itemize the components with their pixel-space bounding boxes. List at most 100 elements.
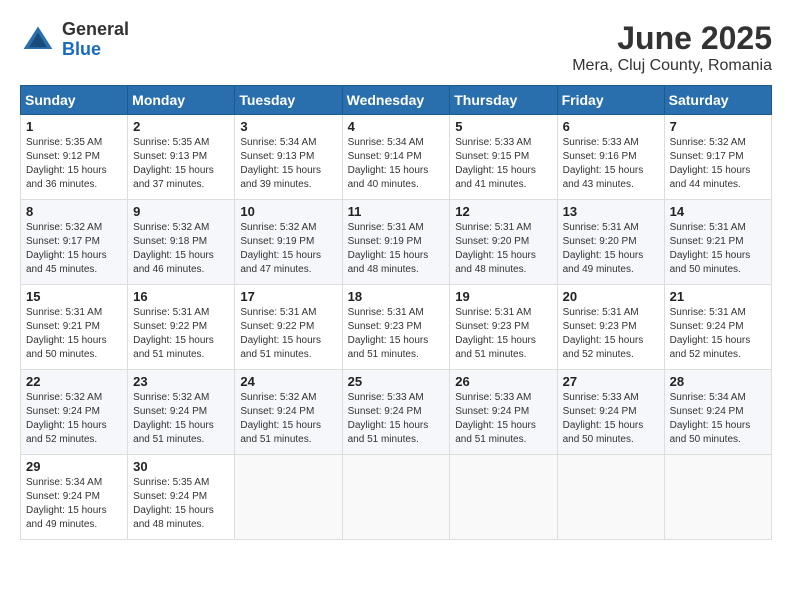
day-number: 19 <box>455 289 551 304</box>
day-info: Sunrise: 5:31 AM Sunset: 9:20 PM Dayligh… <box>455 221 551 277</box>
day-info: Sunrise: 5:34 AM Sunset: 9:14 PM Dayligh… <box>348 136 445 192</box>
day-number: 21 <box>670 289 766 304</box>
logo-blue: Blue <box>62 40 129 60</box>
main-title: June 2025 <box>572 20 772 57</box>
day-info: Sunrise: 5:31 AM Sunset: 9:22 PM Dayligh… <box>133 306 229 362</box>
day-cell: 10 Sunrise: 5:32 AM Sunset: 9:19 PM Dayli… <box>235 200 342 285</box>
day-cell <box>235 455 342 540</box>
day-info: Sunrise: 5:34 AM Sunset: 9:24 PM Dayligh… <box>670 391 766 447</box>
day-info: Sunrise: 5:33 AM Sunset: 9:24 PM Dayligh… <box>563 391 659 447</box>
day-cell <box>557 455 664 540</box>
day-number: 7 <box>670 119 766 134</box>
day-number: 15 <box>26 289 122 304</box>
day-info: Sunrise: 5:31 AM Sunset: 9:19 PM Dayligh… <box>348 221 445 277</box>
day-cell: 14 Sunrise: 5:31 AM Sunset: 9:21 PM Dayli… <box>664 200 771 285</box>
day-cell: 26 Sunrise: 5:33 AM Sunset: 9:24 PM Dayli… <box>450 370 557 455</box>
day-info: Sunrise: 5:33 AM Sunset: 9:16 PM Dayligh… <box>563 136 659 192</box>
day-cell: 25Sunrise: 5:33 AM Sunset: 9:24 PM Dayli… <box>342 370 450 455</box>
logo-icon <box>20 22 56 58</box>
day-number: 17 <box>240 289 336 304</box>
day-info: Sunrise: 5:32 AM Sunset: 9:24 PM Dayligh… <box>240 391 336 447</box>
day-cell: 21 Sunrise: 5:31 AM Sunset: 9:24 PM Dayli… <box>664 285 771 370</box>
day-info: Sunrise: 5:33 AM Sunset: 9:15 PM Dayligh… <box>455 136 551 192</box>
day-number: 20 <box>563 289 659 304</box>
day-cell: 12 Sunrise: 5:31 AM Sunset: 9:20 PM Dayli… <box>450 200 557 285</box>
day-cell: 28 Sunrise: 5:34 AM Sunset: 9:24 PM Dayli… <box>664 370 771 455</box>
day-cell <box>450 455 557 540</box>
day-info: Sunrise: 5:31 AM Sunset: 9:24 PM Dayligh… <box>670 306 766 362</box>
day-cell: 9 Sunrise: 5:32 AM Sunset: 9:18 PM Daylig… <box>128 200 235 285</box>
day-cell: 17 Sunrise: 5:31 AM Sunset: 9:22 PM Dayli… <box>235 285 342 370</box>
day-cell: 19 Sunrise: 5:31 AM Sunset: 9:23 PM Dayli… <box>450 285 557 370</box>
day-number: 30 <box>133 459 229 474</box>
day-cell: 5 Sunrise: 5:33 AM Sunset: 9:15 PM Daylig… <box>450 115 557 200</box>
day-number: 5 <box>455 119 551 134</box>
day-info: Sunrise: 5:35 AM Sunset: 9:12 PM Dayligh… <box>26 136 122 192</box>
day-cell: 20 Sunrise: 5:31 AM Sunset: 9:23 PM Dayli… <box>557 285 664 370</box>
day-number: 10 <box>240 204 336 219</box>
day-cell: 4 Sunrise: 5:34 AM Sunset: 9:14 PM Daylig… <box>342 115 450 200</box>
day-header-tuesday: Tuesday <box>235 86 342 115</box>
day-info: Sunrise: 5:31 AM Sunset: 9:22 PM Dayligh… <box>240 306 336 362</box>
day-number: 1 <box>26 119 122 134</box>
header: General Blue June 2025 Mera, Cluj County… <box>20 20 772 75</box>
day-info: Sunrise: 5:32 AM Sunset: 9:24 PM Dayligh… <box>133 391 229 447</box>
day-number: 2 <box>133 119 229 134</box>
day-info: Sunrise: 5:31 AM Sunset: 9:20 PM Dayligh… <box>563 221 659 277</box>
day-info: Sunrise: 5:31 AM Sunset: 9:23 PM Dayligh… <box>563 306 659 362</box>
day-number: 13 <box>563 204 659 219</box>
day-number: 12 <box>455 204 551 219</box>
week-row-3: 15 Sunrise: 5:31 AM Sunset: 9:21 PM Dayli… <box>21 285 772 370</box>
day-header-wednesday: Wednesday <box>342 86 450 115</box>
day-cell: 11Sunrise: 5:31 AM Sunset: 9:19 PM Dayli… <box>342 200 450 285</box>
header-row: SundayMondayTuesdayWednesdayThursdayFrid… <box>21 86 772 115</box>
week-row-2: 8Sunrise: 5:32 AM Sunset: 9:17 PM Daylig… <box>21 200 772 285</box>
day-number: 9 <box>133 204 229 219</box>
day-number: 18 <box>348 289 445 304</box>
day-cell: 23 Sunrise: 5:32 AM Sunset: 9:24 PM Dayli… <box>128 370 235 455</box>
day-cell: 13 Sunrise: 5:31 AM Sunset: 9:20 PM Dayli… <box>557 200 664 285</box>
day-number: 29 <box>26 459 122 474</box>
day-header-saturday: Saturday <box>664 86 771 115</box>
day-number: 22 <box>26 374 122 389</box>
day-cell: 7 Sunrise: 5:32 AM Sunset: 9:17 PM Daylig… <box>664 115 771 200</box>
day-info: Sunrise: 5:33 AM Sunset: 9:24 PM Dayligh… <box>455 391 551 447</box>
day-cell: 30 Sunrise: 5:35 AM Sunset: 9:24 PM Dayli… <box>128 455 235 540</box>
day-cell: 2Sunrise: 5:35 AM Sunset: 9:13 PM Daylig… <box>128 115 235 200</box>
day-number: 26 <box>455 374 551 389</box>
calendar: SundayMondayTuesdayWednesdayThursdayFrid… <box>20 85 772 540</box>
day-info: Sunrise: 5:31 AM Sunset: 9:23 PM Dayligh… <box>348 306 445 362</box>
day-cell: 27 Sunrise: 5:33 AM Sunset: 9:24 PM Dayli… <box>557 370 664 455</box>
day-header-friday: Friday <box>557 86 664 115</box>
day-number: 14 <box>670 204 766 219</box>
day-info: Sunrise: 5:31 AM Sunset: 9:21 PM Dayligh… <box>670 221 766 277</box>
title-area: June 2025 Mera, Cluj County, Romania <box>572 20 772 75</box>
day-cell: 1 Sunrise: 5:35 AM Sunset: 9:12 PM Daylig… <box>21 115 128 200</box>
logo: General Blue <box>20 20 129 60</box>
day-header-monday: Monday <box>128 86 235 115</box>
day-info: Sunrise: 5:35 AM Sunset: 9:24 PM Dayligh… <box>133 476 229 532</box>
day-number: 16 <box>133 289 229 304</box>
day-info: Sunrise: 5:31 AM Sunset: 9:21 PM Dayligh… <box>26 306 122 362</box>
day-cell: 22Sunrise: 5:32 AM Sunset: 9:24 PM Dayli… <box>21 370 128 455</box>
day-number: 27 <box>563 374 659 389</box>
day-number: 6 <box>563 119 659 134</box>
day-info: Sunrise: 5:31 AM Sunset: 9:23 PM Dayligh… <box>455 306 551 362</box>
day-number: 28 <box>670 374 766 389</box>
day-info: Sunrise: 5:32 AM Sunset: 9:17 PM Dayligh… <box>670 136 766 192</box>
day-number: 24 <box>240 374 336 389</box>
week-row-1: 1 Sunrise: 5:35 AM Sunset: 9:12 PM Daylig… <box>21 115 772 200</box>
day-header-thursday: Thursday <box>450 86 557 115</box>
day-cell: 18 Sunrise: 5:31 AM Sunset: 9:23 PM Dayli… <box>342 285 450 370</box>
day-cell: 6 Sunrise: 5:33 AM Sunset: 9:16 PM Daylig… <box>557 115 664 200</box>
week-row-4: 22 Sunrise: 5:32 AM Sunset: 9:24 PM Dayli… <box>21 370 772 455</box>
day-cell: 15 Sunrise: 5:31 AM Sunset: 9:21 PM Dayli… <box>21 285 128 370</box>
day-number: 4 <box>348 119 445 134</box>
day-cell <box>664 455 771 540</box>
day-info: Sunrise: 5:32 AM Sunset: 9:19 PM Dayligh… <box>240 221 336 277</box>
day-info: Sunrise: 5:34 AM Sunset: 9:13 PM Dayligh… <box>240 136 336 192</box>
day-number: 23 <box>133 374 229 389</box>
day-info: Sunrise: 5:32 AM Sunset: 9:18 PM Dayligh… <box>133 221 229 277</box>
day-info: Sunrise: 5:32 AM Sunset: 9:17 PM Dayligh… <box>26 221 122 277</box>
day-cell: 29Sunrise: 5:34 AM Sunset: 9:24 PM Dayli… <box>21 455 128 540</box>
